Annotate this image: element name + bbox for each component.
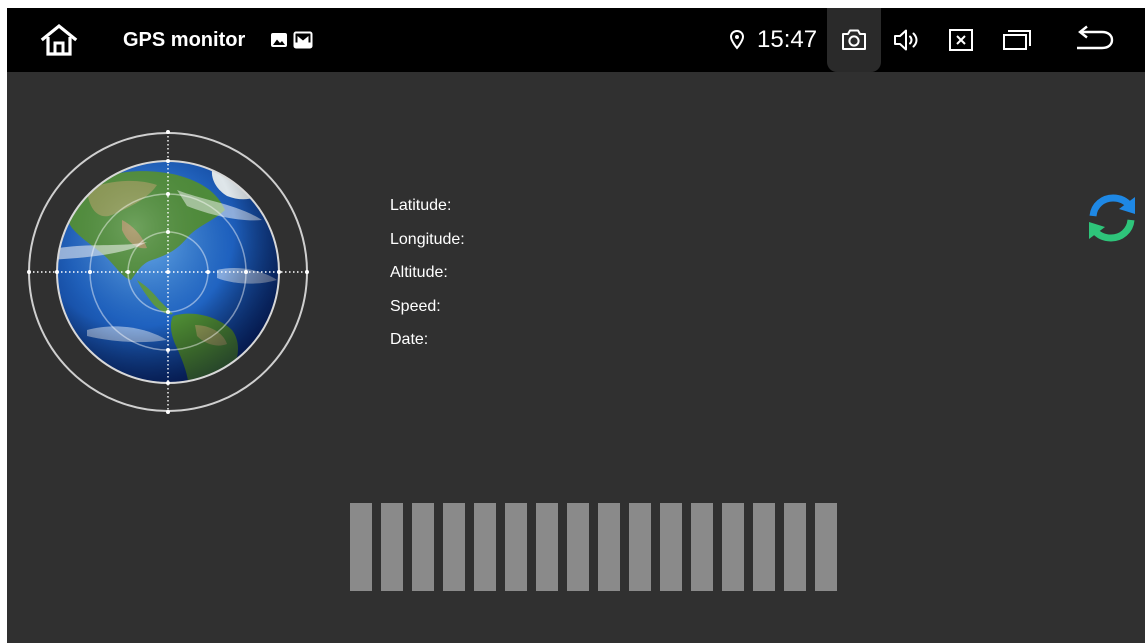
altitude-row: Altitude:	[390, 262, 471, 296]
speed-row: Speed:	[390, 296, 471, 330]
app-title: GPS monitor	[123, 29, 246, 51]
signal-bar	[784, 503, 806, 591]
signal-bar	[629, 503, 651, 591]
volume-button[interactable]	[887, 22, 927, 58]
signal-bar	[505, 503, 527, 591]
signal-bar	[660, 503, 682, 591]
altitude-label: Altitude:	[390, 264, 448, 281]
signal-bar	[443, 503, 465, 591]
signal-bar	[474, 503, 496, 591]
longitude-label: Longitude:	[390, 230, 465, 248]
globe-radar-icon	[27, 130, 309, 414]
back-button[interactable]	[1071, 22, 1117, 58]
signal-bar	[753, 503, 775, 591]
longitude-row: Longitude:	[390, 229, 471, 263]
date-label: Date:	[390, 331, 429, 348]
satellite-globe	[27, 130, 309, 414]
recent-apps-button[interactable]	[997, 22, 1037, 58]
screenshot-button[interactable]	[827, 8, 881, 72]
signal-bar	[567, 503, 589, 591]
gallery-notification-icon	[293, 31, 313, 49]
home-button[interactable]	[39, 22, 79, 58]
date-row: Date:	[390, 329, 471, 363]
satellite-signal-bars	[350, 503, 837, 591]
refresh-button[interactable]	[1084, 192, 1140, 244]
signal-bar	[815, 503, 837, 591]
back-arrow-icon	[1077, 25, 1114, 50]
home-icon	[40, 23, 78, 56]
signal-bar	[381, 503, 403, 591]
image-notification-icon	[271, 33, 287, 47]
clock: 15:47	[757, 26, 818, 53]
volume-icon	[894, 29, 918, 51]
close-box-icon	[949, 29, 973, 51]
signal-bar	[691, 503, 713, 591]
signal-bar	[536, 503, 558, 591]
refresh-icon	[1089, 194, 1135, 242]
close-app-button[interactable]	[941, 22, 981, 58]
gps-monitor-screen: GPS monitor 15:47 Latitude: Longitude: A…	[7, 8, 1145, 643]
gps-info-panel: Latitude: Longitude: Altitude: Speed: Da…	[390, 195, 471, 363]
location-pin-icon	[729, 29, 745, 50]
speed-label: Speed:	[390, 297, 441, 315]
signal-bar	[412, 503, 434, 591]
latitude-label: Latitude:	[390, 197, 452, 214]
latitude-row: Latitude:	[390, 195, 471, 229]
signal-bar	[350, 503, 372, 591]
status-bar: GPS monitor 15:47	[7, 8, 1145, 72]
recent-apps-icon	[1003, 30, 1031, 50]
camera-icon	[842, 29, 866, 50]
signal-bar	[598, 503, 620, 591]
signal-bar	[722, 503, 744, 591]
